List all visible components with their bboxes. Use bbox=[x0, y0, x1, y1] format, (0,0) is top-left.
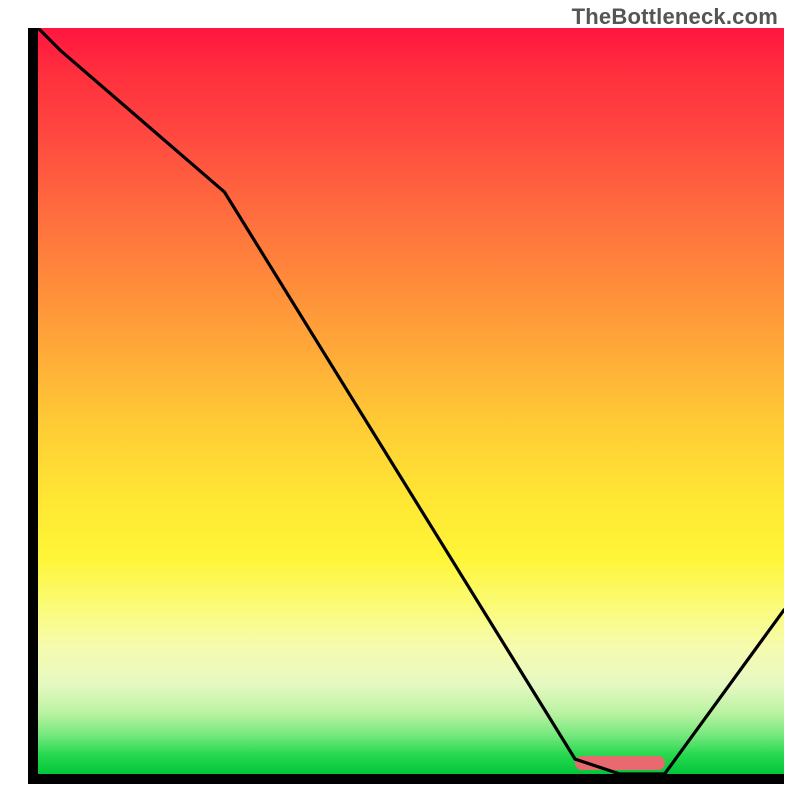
plot-area bbox=[38, 28, 784, 774]
chart-container: TheBottleneck.com bbox=[0, 0, 800, 800]
watermark-text: TheBottleneck.com bbox=[572, 4, 778, 30]
bottleneck-curve bbox=[38, 28, 784, 774]
